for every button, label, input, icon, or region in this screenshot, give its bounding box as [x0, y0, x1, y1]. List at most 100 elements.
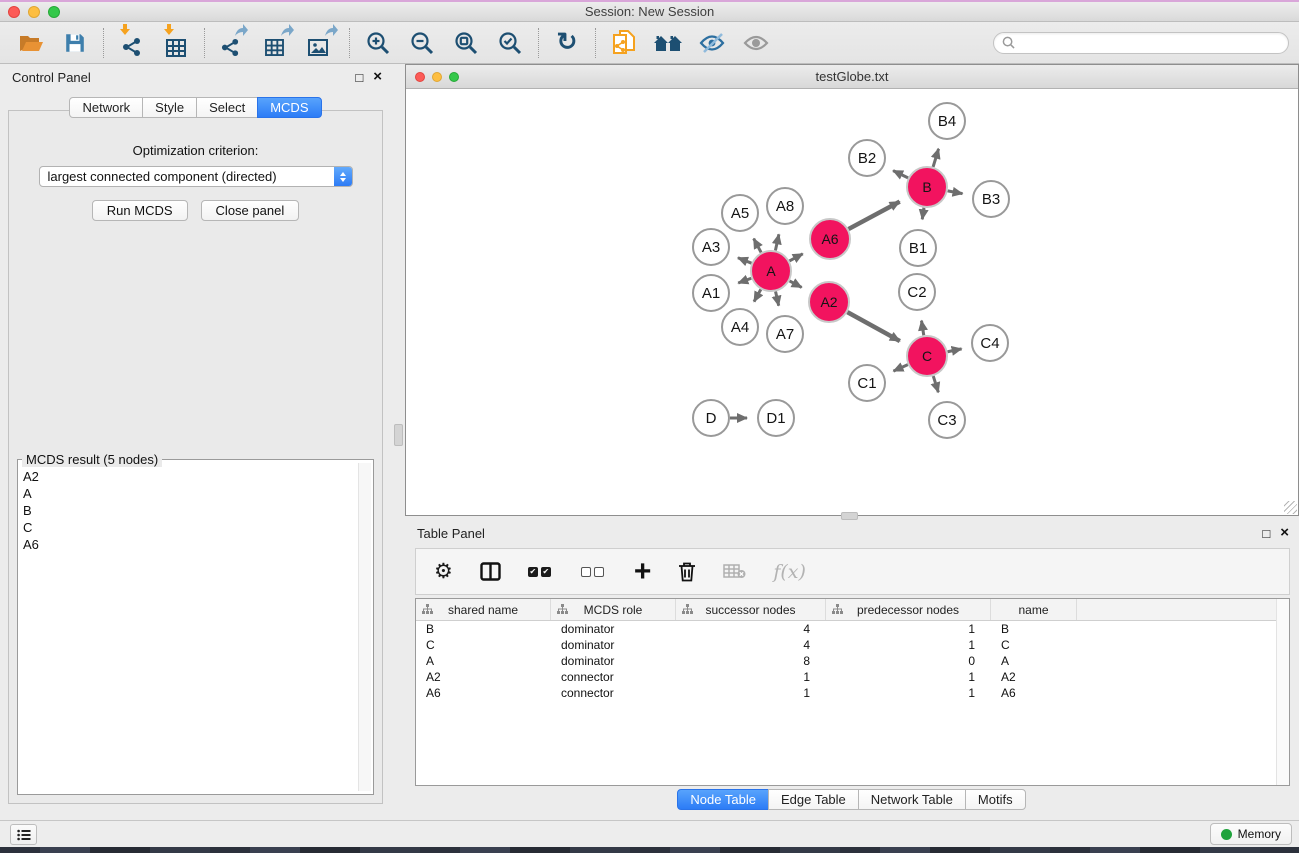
- tab-node-table[interactable]: Node Table: [677, 789, 769, 810]
- cell[interactable]: A: [991, 654, 1077, 668]
- cell[interactable]: 1: [826, 686, 991, 700]
- horizontal-splitter-handle[interactable]: [841, 512, 858, 520]
- node-B2[interactable]: B2: [849, 140, 885, 176]
- node-B4[interactable]: B4: [929, 103, 965, 139]
- node-C4[interactable]: C4: [972, 325, 1008, 361]
- edge-A-A3[interactable]: [738, 258, 752, 263]
- task-history-button[interactable]: [10, 824, 37, 845]
- cell[interactable]: C: [991, 638, 1077, 652]
- cell[interactable]: C: [416, 638, 551, 652]
- cell[interactable]: dominator: [551, 654, 676, 668]
- node-A6[interactable]: A6: [810, 219, 850, 259]
- export-table-button[interactable]: [260, 26, 294, 60]
- node-C[interactable]: C: [907, 336, 947, 376]
- node-table-row-B[interactable]: Bdominator41B: [416, 621, 1289, 637]
- mcds-result-item[interactable]: A6: [20, 536, 356, 553]
- memory-button[interactable]: Memory: [1210, 823, 1292, 845]
- edge-B-B1[interactable]: [922, 208, 924, 220]
- refresh-button[interactable]: ↻: [550, 26, 584, 60]
- edge-C-C1[interactable]: [893, 365, 907, 371]
- node-A[interactable]: A: [751, 251, 791, 291]
- result-scrollbar[interactable]: [358, 463, 371, 791]
- cell[interactable]: A2: [416, 670, 551, 684]
- network-window-title-bar[interactable]: testGlobe.txt: [406, 65, 1298, 89]
- node-table-row-A[interactable]: Adominator80A: [416, 653, 1289, 669]
- edge-A-A5[interactable]: [754, 239, 761, 253]
- column-header-name[interactable]: name: [991, 599, 1077, 620]
- cell[interactable]: 4: [676, 622, 826, 636]
- zoom-fit-button[interactable]: [449, 26, 483, 60]
- export-network-button[interactable]: [216, 26, 250, 60]
- column-header-shared-name[interactable]: shared name: [416, 599, 551, 620]
- show-column-button[interactable]: [480, 555, 501, 589]
- cell[interactable]: connector: [551, 686, 676, 700]
- search-input[interactable]: [1020, 35, 1280, 51]
- edge-C-C4[interactable]: [948, 349, 962, 352]
- column-header-successor-nodes[interactable]: successor nodes: [676, 599, 826, 620]
- vertical-splitter-handle[interactable]: [394, 424, 403, 446]
- node-table-row-A6[interactable]: A6connector11A6: [416, 685, 1289, 701]
- node-B1[interactable]: B1: [900, 230, 936, 266]
- node-D1[interactable]: D1: [758, 400, 794, 436]
- cell[interactable]: 1: [676, 670, 826, 684]
- cell[interactable]: A: [416, 654, 551, 668]
- node-A5[interactable]: A5: [722, 195, 758, 231]
- window-resize-grip[interactable]: [1284, 501, 1297, 514]
- node-A7[interactable]: A7: [767, 316, 803, 352]
- function-builder-button[interactable]: f(x): [773, 555, 806, 589]
- edge-A-A2[interactable]: [790, 281, 802, 287]
- tab-select[interactable]: Select: [196, 97, 258, 118]
- node-table-row-C[interactable]: Cdominator41C: [416, 637, 1289, 653]
- edge-C-C2[interactable]: [921, 321, 923, 336]
- mcds-result-item[interactable]: C: [20, 519, 356, 536]
- run-mcds-button[interactable]: Run MCDS: [92, 200, 188, 221]
- column-header-mcds-role[interactable]: MCDS role: [551, 599, 676, 620]
- edge-B-B2[interactable]: [893, 171, 908, 178]
- cell[interactable]: 1: [826, 622, 991, 636]
- node-A8[interactable]: A8: [767, 188, 803, 224]
- tab-mcds[interactable]: MCDS: [257, 97, 321, 118]
- home-button[interactable]: [651, 26, 685, 60]
- cell[interactable]: B: [991, 622, 1077, 636]
- node-C2[interactable]: C2: [899, 274, 935, 310]
- node-A3[interactable]: A3: [693, 229, 729, 265]
- cell[interactable]: 1: [826, 638, 991, 652]
- tab-edge-table[interactable]: Edge Table: [768, 789, 859, 810]
- select-all-button[interactable]: ✔✔: [528, 555, 554, 589]
- node-D[interactable]: D: [693, 400, 729, 436]
- zoom-out-button[interactable]: [405, 26, 439, 60]
- delete-row-button[interactable]: [678, 555, 696, 589]
- edge-B-B3[interactable]: [948, 191, 963, 194]
- search-field[interactable]: [993, 32, 1289, 54]
- node-A4[interactable]: A4: [722, 309, 758, 345]
- cell[interactable]: B: [416, 622, 551, 636]
- node-C1[interactable]: C1: [849, 365, 885, 401]
- mcds-result-item[interactable]: B: [20, 502, 356, 519]
- import-table-button[interactable]: [159, 26, 193, 60]
- close-panel-icon[interactable]: ×: [373, 70, 382, 85]
- edge-A2-C[interactable]: [847, 312, 899, 341]
- hide-selected-button[interactable]: [695, 26, 729, 60]
- cell[interactable]: 0: [826, 654, 991, 668]
- table-settings-button[interactable]: ⚙: [434, 555, 453, 589]
- edge-A-A6[interactable]: [789, 254, 802, 261]
- edge-C-C3[interactable]: [933, 376, 938, 392]
- edge-A-A7[interactable]: [776, 291, 779, 305]
- tab-style[interactable]: Style: [142, 97, 197, 118]
- network-canvas[interactable]: B4B2BB3A5A8A6B1A3AA1C2A2A4A7C4CC1C3DD1: [406, 90, 1298, 515]
- import-network-button[interactable]: [115, 26, 149, 60]
- node-C3[interactable]: C3: [929, 402, 965, 438]
- node-A2[interactable]: A2: [809, 282, 849, 322]
- deselect-all-button[interactable]: [581, 555, 607, 589]
- show-all-button[interactable]: [739, 26, 773, 60]
- float-table-panel-icon[interactable]: □: [1262, 526, 1270, 541]
- tab-network-table[interactable]: Network Table: [858, 789, 966, 810]
- cell[interactable]: connector: [551, 670, 676, 684]
- cell[interactable]: A6: [991, 686, 1077, 700]
- edge-B-B4[interactable]: [933, 149, 938, 167]
- node-B3[interactable]: B3: [973, 181, 1009, 217]
- export-image-button[interactable]: [304, 26, 338, 60]
- cell[interactable]: dominator: [551, 622, 676, 636]
- cell[interactable]: 4: [676, 638, 826, 652]
- node-A1[interactable]: A1: [693, 275, 729, 311]
